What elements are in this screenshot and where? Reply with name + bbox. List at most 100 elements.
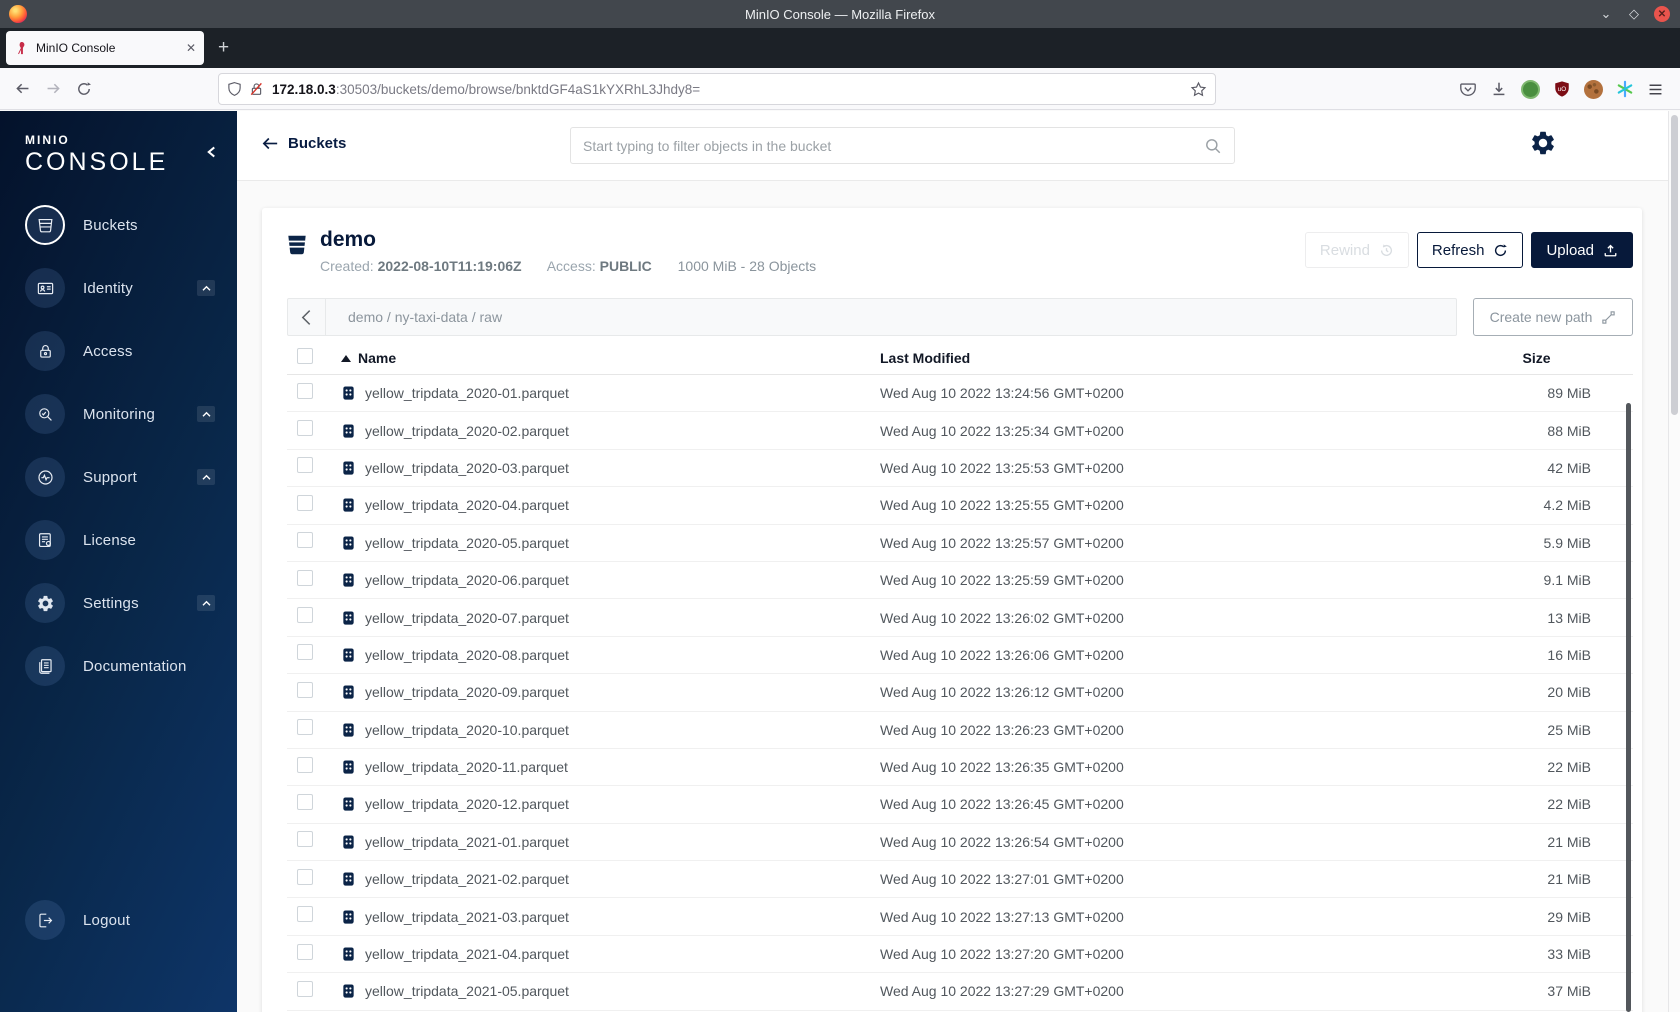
bucket-name: demo bbox=[320, 228, 377, 251]
window-minimize-icon[interactable]: ⌄ bbox=[1598, 6, 1614, 22]
object-row[interactable]: yellow_tripdata_2020-05.parquet Wed Aug … bbox=[287, 525, 1633, 562]
object-row[interactable]: yellow_tripdata_2020-06.parquet Wed Aug … bbox=[287, 562, 1633, 600]
row-checkbox[interactable] bbox=[297, 793, 313, 810]
chevron-up-icon[interactable] bbox=[197, 406, 215, 422]
create-new-path-button[interactable]: Create new path bbox=[1473, 298, 1633, 336]
row-checkbox[interactable] bbox=[297, 831, 313, 848]
page-scrollbar-thumb[interactable] bbox=[1671, 115, 1678, 415]
sidebar-item-monitoring[interactable]: Monitoring bbox=[0, 392, 237, 436]
object-row[interactable]: yellow_tripdata_2020-04.parquet Wed Aug … bbox=[287, 487, 1633, 525]
object-last-modified: Wed Aug 10 2022 13:25:53 GMT+0200 bbox=[880, 459, 1124, 476]
browser-tab[interactable]: MinIO Console ✕ bbox=[6, 31, 204, 65]
object-row[interactable]: yellow_tripdata_2020-08.parquet Wed Aug … bbox=[287, 637, 1633, 675]
back-icon[interactable] bbox=[14, 80, 31, 97]
url-bar[interactable]: 172.18.0.3:30503/buckets/demo/browse/bnk… bbox=[218, 73, 1216, 105]
sidebar-item-license[interactable]: License bbox=[0, 518, 237, 562]
ublock-extension-icon[interactable]: uO bbox=[1553, 80, 1571, 98]
object-last-modified: Wed Aug 10 2022 13:25:57 GMT+0200 bbox=[880, 534, 1124, 551]
tracking-protection-shield-icon[interactable] bbox=[227, 81, 242, 97]
row-checkbox[interactable] bbox=[297, 906, 313, 923]
page-scrollbar[interactable] bbox=[1668, 111, 1680, 1012]
row-checkbox[interactable] bbox=[297, 681, 313, 698]
object-file-icon bbox=[341, 610, 356, 626]
object-last-modified: Wed Aug 10 2022 13:25:34 GMT+0200 bbox=[880, 422, 1124, 439]
row-checkbox[interactable] bbox=[297, 420, 313, 437]
upload-button[interactable]: Upload bbox=[1531, 232, 1633, 268]
window-close-icon[interactable]: ✕ bbox=[1654, 6, 1670, 22]
tab-close-icon[interactable]: ✕ bbox=[186, 41, 196, 55]
sidebar-collapse-icon[interactable] bbox=[206, 145, 217, 159]
sidebar-item-buckets[interactable]: Buckets bbox=[0, 203, 237, 247]
object-row[interactable]: yellow_tripdata_2020-11.parquet Wed Aug … bbox=[287, 749, 1633, 787]
documentation-icon bbox=[25, 646, 65, 686]
object-row[interactable]: yellow_tripdata_2020-01.parquet Wed Aug … bbox=[287, 375, 1633, 413]
row-checkbox[interactable] bbox=[297, 868, 313, 885]
bucket-icon bbox=[284, 232, 310, 258]
object-row[interactable]: yellow_tripdata_2020-12.parquet Wed Aug … bbox=[287, 786, 1633, 824]
object-row[interactable]: yellow_tripdata_2020-07.parquet Wed Aug … bbox=[287, 599, 1633, 637]
object-name: yellow_tripdata_2020-07.parquet bbox=[365, 609, 569, 626]
forward-icon[interactable] bbox=[45, 80, 62, 97]
row-checkbox[interactable] bbox=[297, 569, 313, 586]
select-all-checkbox[interactable] bbox=[297, 347, 313, 364]
colorful-asterisk-extension-icon[interactable] bbox=[1616, 80, 1634, 98]
insecure-lock-icon[interactable] bbox=[249, 81, 264, 97]
object-row[interactable]: yellow_tripdata_2020-09.parquet Wed Aug … bbox=[287, 674, 1633, 712]
breadcrumb[interactable]: demo / ny-taxi-data / raw bbox=[348, 309, 502, 325]
privacy-badger-extension-icon[interactable] bbox=[1521, 79, 1540, 99]
object-row[interactable]: yellow_tripdata_2020-03.parquet Wed Aug … bbox=[287, 450, 1633, 488]
window-maximize-icon[interactable]: ◇ bbox=[1626, 6, 1642, 22]
sidebar-item-access[interactable]: Access bbox=[0, 329, 237, 373]
sidebar-item-identity[interactable]: Identity bbox=[0, 266, 237, 310]
row-checkbox[interactable] bbox=[297, 494, 313, 511]
row-checkbox[interactable] bbox=[297, 943, 313, 960]
row-checkbox[interactable] bbox=[297, 532, 313, 549]
chevron-up-icon[interactable] bbox=[197, 469, 215, 485]
object-size: 25 MiB bbox=[1547, 721, 1591, 738]
object-row[interactable]: yellow_tripdata_2020-02.parquet Wed Aug … bbox=[287, 412, 1633, 450]
menu-hamburger-icon[interactable] bbox=[1647, 81, 1664, 98]
object-row[interactable]: yellow_tripdata_2021-01.parquet Wed Aug … bbox=[287, 824, 1633, 862]
reload-icon[interactable] bbox=[76, 81, 92, 97]
object-size: 16 MiB bbox=[1547, 646, 1591, 663]
download-icon[interactable] bbox=[1490, 80, 1508, 98]
cookie-extension-icon[interactable] bbox=[1584, 79, 1603, 99]
table-scrollbar[interactable] bbox=[1626, 403, 1631, 1012]
object-row[interactable]: yellow_tripdata_2021-05.parquet Wed Aug … bbox=[287, 973, 1633, 1011]
row-checkbox[interactable] bbox=[297, 980, 313, 997]
row-checkbox[interactable] bbox=[297, 644, 313, 661]
chevron-up-icon[interactable] bbox=[197, 595, 215, 611]
sidebar-item-documentation[interactable]: Documentation bbox=[0, 644, 237, 688]
chevron-up-icon[interactable] bbox=[197, 280, 215, 296]
settings-gear-icon[interactable] bbox=[1529, 129, 1557, 157]
row-checkbox[interactable] bbox=[297, 719, 313, 736]
column-header-name[interactable]: Name bbox=[331, 350, 880, 366]
new-tab-button[interactable]: + bbox=[218, 37, 229, 59]
sidebar-item-label: Documentation bbox=[83, 657, 187, 675]
object-filter-search[interactable] bbox=[570, 127, 1235, 164]
bookmark-star-icon[interactable] bbox=[1190, 81, 1207, 98]
object-size: 4.2 MiB bbox=[1543, 497, 1591, 514]
row-checkbox[interactable] bbox=[297, 457, 313, 474]
search-input[interactable] bbox=[583, 137, 1204, 154]
sidebar-item-logout[interactable]: Logout bbox=[0, 898, 237, 942]
object-row[interactable]: yellow_tripdata_2021-04.parquet Wed Aug … bbox=[287, 936, 1633, 974]
rewind-button[interactable]: Rewind bbox=[1304, 232, 1409, 268]
refresh-button[interactable]: Refresh bbox=[1416, 232, 1524, 268]
sidebar-item-settings[interactable]: Settings bbox=[0, 581, 237, 625]
sidebar-item-support[interactable]: Support bbox=[0, 455, 237, 499]
object-row[interactable]: yellow_tripdata_2021-02.parquet Wed Aug … bbox=[287, 861, 1633, 899]
row-checkbox[interactable] bbox=[297, 607, 313, 624]
back-to-buckets-link[interactable]: Buckets bbox=[262, 135, 346, 152]
object-name: yellow_tripdata_2020-11.parquet bbox=[365, 759, 568, 776]
object-last-modified: Wed Aug 10 2022 13:27:13 GMT+0200 bbox=[880, 908, 1124, 925]
breadcrumb-back-chevron-icon[interactable] bbox=[288, 299, 326, 335]
object-row[interactable]: yellow_tripdata_2021-03.parquet Wed Aug … bbox=[287, 898, 1633, 936]
column-header-last-modified[interactable]: Last Modified bbox=[880, 350, 1470, 366]
object-row[interactable]: yellow_tripdata_2020-10.parquet Wed Aug … bbox=[287, 712, 1633, 749]
pocket-icon[interactable] bbox=[1459, 80, 1477, 98]
row-checkbox[interactable] bbox=[297, 756, 313, 773]
column-header-size[interactable]: Size bbox=[1470, 350, 1633, 366]
row-checkbox[interactable] bbox=[297, 382, 313, 399]
object-size: 42 MiB bbox=[1547, 459, 1591, 476]
